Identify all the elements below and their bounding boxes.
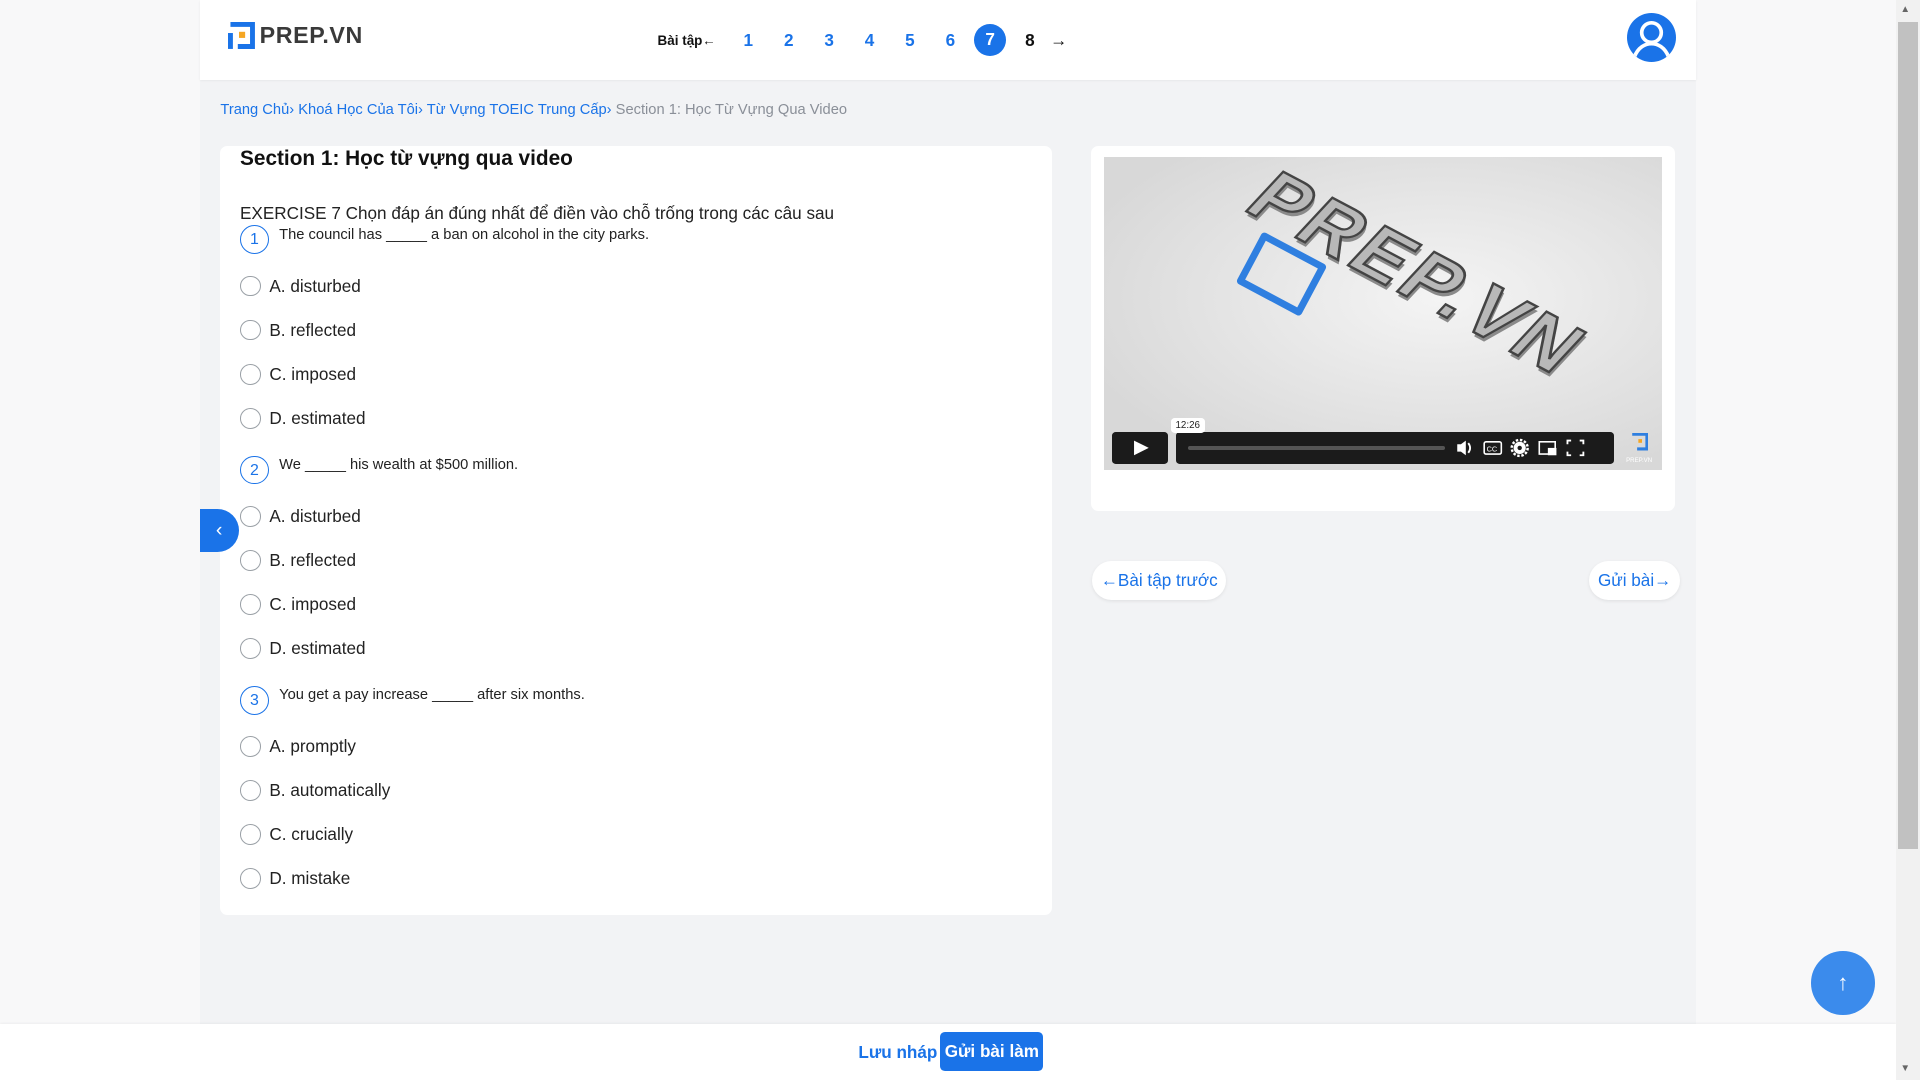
settings-gear-icon[interactable] [1510,438,1529,458]
page-5[interactable]: 5 [890,30,930,51]
radio-button[interactable] [240,593,261,615]
option-label: B. reflected [269,319,356,340]
option-label: C. imposed [269,363,356,384]
pip-icon[interactable] [1538,441,1557,456]
answer-option[interactable]: B. reflected [240,320,356,341]
answer-option[interactable]: D. mistake [240,868,351,890]
answer-option[interactable]: C. crucially [240,824,353,845]
answer-option[interactable]: D. estimated [240,638,366,659]
answer-option[interactable]: A. promptly [240,736,356,757]
arrow-up-icon: ↑ [1837,970,1849,996]
scroll-to-top-button[interactable]: ↑ [1811,951,1875,1016]
video-progress-bar[interactable] [1187,446,1445,450]
pagination-label: Bài tập← [657,32,716,48]
logo-text: PREP.VN [259,22,363,49]
breadcrumb-current: Section 1: Học Từ Vựng Qua Video [615,101,848,118]
scrollbar-thumb[interactable] [1897,22,1918,849]
exercise-instruction: EXERCISE 7 Chọn đáp án đúng nhất để điền… [240,203,835,224]
prep-logo-icon [227,22,255,49]
radio-button[interactable] [240,407,261,429]
answer-option[interactable]: D. estimated [240,408,366,429]
answer-option[interactable]: A. disturbed [240,276,361,297]
breadcrumb-my-courses[interactable]: Khoá Học Của Tôi [298,102,418,118]
page-2[interactable]: 2 [769,30,809,51]
option-label: B. automatically [269,780,391,800]
radio-button[interactable] [240,505,261,527]
breadcrumb-course[interactable]: Từ Vựng TOEIC Trung Cấp [427,102,607,118]
radio-button[interactable] [240,363,261,385]
option-label: D. estimated [269,637,366,658]
page-7-active[interactable]: 7 [974,24,1007,57]
radio-button[interactable] [240,549,261,571]
breadcrumb-home[interactable]: Trang Chủ [220,102,289,118]
radio-button[interactable] [240,780,261,801]
answer-option[interactable]: C. imposed [240,594,356,615]
previous-exercise-button[interactable]: ←Bài tập trước [1092,560,1227,600]
video-controls: CC [1175,432,1614,465]
page-1[interactable]: 1 [728,30,768,51]
fullscreen-icon[interactable] [1566,439,1585,457]
question-number: 2 [240,455,269,485]
logo[interactable]: PREP.VN [227,22,363,49]
radio-button[interactable] [240,319,261,341]
page-8[interactable]: 8 [1010,30,1050,51]
radio-button[interactable] [240,736,261,757]
answer-option[interactable]: A. disturbed [240,506,361,527]
option-label: A. disturbed [269,505,361,526]
section-title: Section 1: Học từ vựng qua video [240,146,573,170]
question-text: You get a pay increase _____ after six m… [279,686,585,703]
answer-option[interactable]: B. automatically [240,780,390,801]
radio-button[interactable] [240,868,261,890]
control-icons: CC [1457,438,1585,458]
page: PREP.VN Bài tập← 1 2 3 4 5 6 7 8 → Trang… [0,0,1920,1080]
scroll-down-arrow-icon[interactable]: ▼ [1900,1063,1910,1074]
corner-logo: PREP.VN [1626,433,1652,464]
question-number: 3 [240,685,269,715]
page-3[interactable]: 3 [809,30,849,51]
submit-button[interactable]: Gửi bài làm [940,1032,1044,1072]
question-text: The council has _____ a ban on alcohol i… [279,226,650,243]
chevron-left-icon: ‹ [215,519,223,542]
exercise-pagination: Bài tập← 1 2 3 4 5 6 7 8 → [657,24,1067,57]
volume-icon[interactable] [1457,440,1471,456]
svg-text:CC: CC [1486,445,1497,454]
option-label: D. mistake [269,868,351,889]
radio-button[interactable] [240,275,261,297]
save-draft-button[interactable]: Lưu nháp [858,1042,937,1063]
option-label: D. estimated [269,407,366,428]
play-button[interactable] [1111,432,1169,465]
video-player[interactable]: PREP.VN CC 12:26 PREP.VN [1104,156,1662,471]
time-tooltip: 12:26 [1170,417,1205,434]
prep-corner-logo-icon [1631,433,1649,451]
option-label: A. disturbed [269,275,361,296]
option-label: A. promptly [269,735,356,756]
page-4[interactable]: 4 [849,30,889,51]
question-text: We _____ his wealth at $500 million. [279,456,519,473]
page-6[interactable]: 6 [930,30,970,51]
submit-exercise-link[interactable]: Gửi bài→ [1589,560,1680,600]
captions-icon[interactable]: CC [1483,441,1502,456]
option-label: B. reflected [269,549,356,570]
radio-button[interactable] [240,638,261,659]
question-number: 1 [240,225,269,255]
option-label: C. crucially [269,824,354,845]
radio-button[interactable] [240,824,261,845]
prev-arrow-icon[interactable]: ← [702,33,715,48]
answer-option[interactable]: B. reflected [240,550,356,571]
answer-option[interactable]: C. imposed [240,364,356,385]
breadcrumb: Trang Chủ› Khoá Học Của Tôi› Từ Vựng TOE… [220,101,848,118]
scroll-up-arrow-icon[interactable]: ▲ [1900,4,1910,15]
next-arrow-icon[interactable]: → [1050,30,1067,51]
option-label: C. imposed [269,593,356,614]
play-icon [1133,440,1149,456]
